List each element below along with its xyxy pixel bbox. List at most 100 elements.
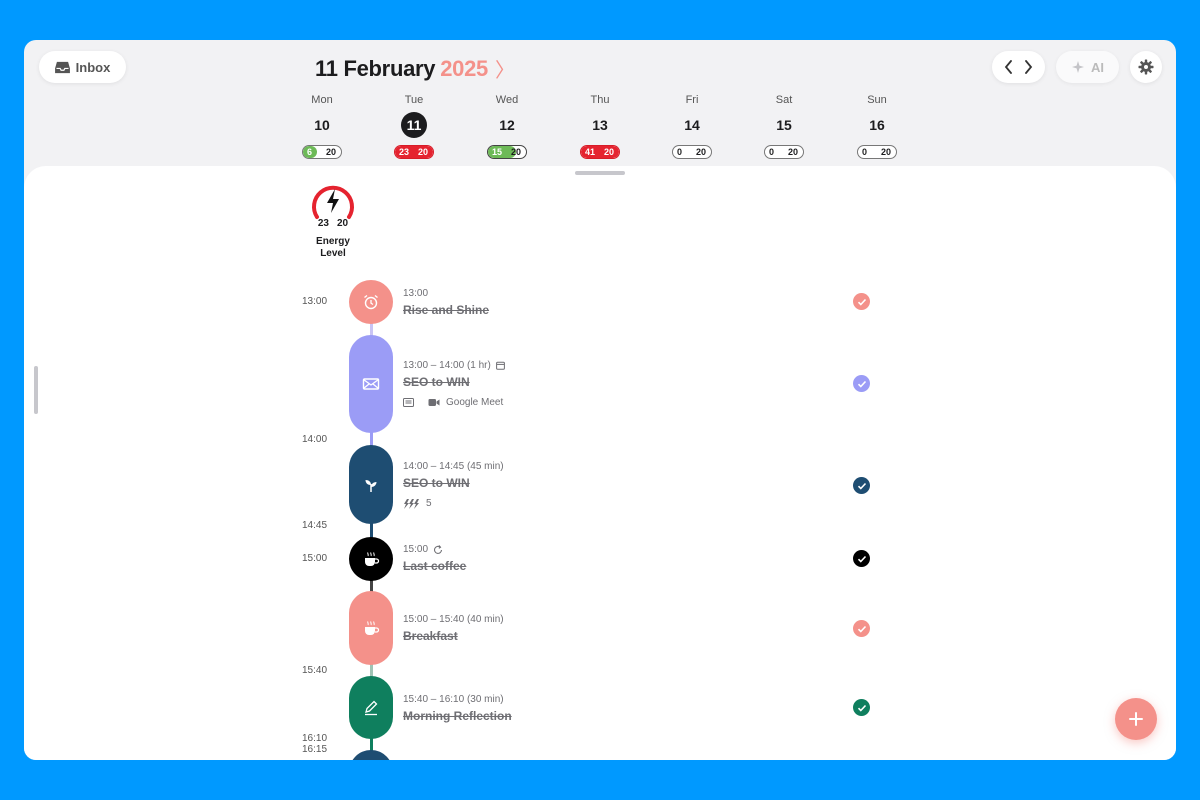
time-label: 14:45 — [302, 520, 328, 531]
task-done-checkbox[interactable] — [853, 477, 870, 494]
checkmark-icon — [857, 704, 866, 712]
date-number: 12 — [499, 117, 515, 133]
weekday-label: Mon — [311, 94, 333, 106]
task-title: SEO to WIN — [403, 476, 470, 490]
chevron-right-icon[interactable]: 〉 — [495, 54, 515, 83]
day-sat[interactable]: Sat 15 0 20 — [754, 94, 814, 159]
weekday-label: Sat — [775, 94, 793, 106]
task-time: 15:00 — [403, 543, 466, 556]
energy-pill: 15 20 — [487, 145, 527, 159]
task-node[interactable] — [349, 750, 393, 760]
repeat-icon — [433, 544, 443, 554]
checkmark-icon — [857, 482, 866, 490]
lightning-icon — [327, 189, 339, 213]
day-fri[interactable]: Fri 14 0 20 — [662, 94, 722, 159]
task-item[interactable]: 15:40 – 16:10 (30 min) Morning Reflectio… — [403, 693, 512, 723]
add-task-button[interactable] — [1115, 698, 1157, 740]
task-energy: 5 — [403, 498, 504, 509]
checkmark-icon — [857, 625, 866, 633]
task-node[interactable] — [349, 445, 393, 524]
energy-level-gauge: 23 20 Energy Level — [308, 180, 358, 260]
sprout-icon — [365, 479, 377, 492]
inbox-label: Inbox — [75, 59, 111, 75]
timeline-connector — [370, 432, 373, 446]
task-node[interactable] — [349, 537, 393, 581]
checkmark-icon — [857, 298, 866, 306]
task-time: 14:00 – 14:45 (45 min) — [403, 461, 504, 472]
energy-gauge-ring — [312, 185, 354, 219]
weekday-label: Sun — [867, 94, 887, 106]
title-year[interactable]: 2025 — [440, 56, 488, 82]
coffee-icon — [365, 621, 380, 635]
task-item[interactable]: 13:00 – 14:00 (1 hr) SEO to WIN Google M… — [403, 359, 505, 408]
pencil-icon — [365, 700, 378, 715]
task-item[interactable]: 13:00 Rise and Shine — [403, 287, 489, 317]
checkmark-icon — [857, 555, 866, 563]
task-node[interactable] — [349, 676, 393, 739]
task-done-checkbox[interactable] — [853, 375, 870, 392]
video-camera-icon — [428, 399, 440, 406]
date-number: 16 — [869, 117, 885, 133]
task-time: 13:00 — [403, 288, 429, 299]
day-sun[interactable]: Sun 16 0 20 — [847, 94, 907, 159]
energy-pill: 41 20 — [580, 145, 620, 159]
week-strip: Mon 10 6 20 Tue 11 23 20 Wed 12 15 20 Th… — [24, 94, 1176, 164]
weekday-label: Tue — [404, 94, 424, 106]
mail-icon — [362, 378, 380, 390]
task-title: Morning Reflection — [403, 709, 512, 723]
energy-values: 23 20 — [317, 218, 349, 229]
task-time: 15:40 – 16:10 (30 min) — [403, 694, 504, 705]
plus-icon — [1129, 712, 1143, 726]
notes-icon — [403, 398, 414, 407]
task-done-checkbox[interactable] — [853, 699, 870, 716]
energy-pill: 0 20 — [672, 145, 712, 159]
sparkle-icon — [1072, 61, 1084, 73]
inbox-button[interactable]: Inbox — [39, 51, 126, 83]
task-node[interactable] — [349, 280, 393, 324]
ai-button[interactable]: AI — [1056, 51, 1119, 83]
week-nav — [992, 51, 1045, 83]
calendar-icon — [495, 361, 505, 370]
chevron-left-icon[interactable] — [1004, 60, 1013, 74]
timeline-connector — [370, 522, 373, 538]
day-mon[interactable]: Mon 10 6 20 — [292, 94, 352, 159]
task-title: SEO to WIN — [403, 375, 470, 389]
energy-pill: 23 20 — [394, 145, 434, 159]
settings-button[interactable] — [1130, 51, 1162, 83]
task-extras: Google Meet — [403, 397, 505, 408]
task-title: Rise and Shine — [403, 303, 490, 317]
day-tue[interactable]: Tue 11 23 20 — [384, 94, 444, 159]
day-wed[interactable]: Wed 12 15 20 — [477, 94, 537, 159]
side-drag-handle[interactable] — [34, 366, 38, 414]
task-node[interactable] — [349, 591, 393, 665]
date-number: 14 — [684, 117, 700, 133]
date-number: 13 — [592, 117, 608, 133]
weekday-label: Fri — [685, 94, 699, 106]
coffee-icon — [365, 552, 380, 566]
energy-pill: 0 20 — [857, 145, 897, 159]
checkmark-icon — [857, 380, 866, 388]
day-thu[interactable]: Thu 13 41 20 — [570, 94, 630, 159]
task-done-checkbox[interactable] — [853, 293, 870, 310]
date-number: 10 — [314, 117, 330, 133]
time-label: 15:40 — [302, 665, 328, 676]
task-item[interactable]: 14:00 – 14:45 (45 min) SEO to WIN 5 — [403, 460, 504, 509]
weekday-label: Wed — [495, 94, 519, 106]
task-time: 13:00 – 14:00 (1 hr) — [403, 359, 505, 372]
sheet-grabber[interactable] — [575, 171, 625, 175]
chevron-right-icon[interactable] — [1024, 60, 1033, 74]
meeting-label[interactable]: Google Meet — [446, 397, 503, 408]
task-done-checkbox[interactable] — [853, 620, 870, 637]
energy-pill: 6 20 — [302, 145, 342, 159]
task-item[interactable]: 15:00 Last coffee — [403, 543, 466, 573]
task-item[interactable]: 15:00 – 15:40 (40 min) Breakfast — [403, 613, 504, 643]
task-node[interactable] — [349, 335, 393, 433]
task-done-checkbox[interactable] — [853, 550, 870, 567]
title-date: 11 February — [315, 55, 436, 81]
energy-pill: 0 20 — [764, 145, 804, 159]
alarm-clock-icon — [364, 294, 378, 310]
date-number: 11 — [401, 112, 427, 138]
task-title: Last coffee — [403, 559, 467, 573]
weekday-label: Thu — [590, 94, 610, 106]
time-label: 14:00 — [302, 434, 328, 445]
